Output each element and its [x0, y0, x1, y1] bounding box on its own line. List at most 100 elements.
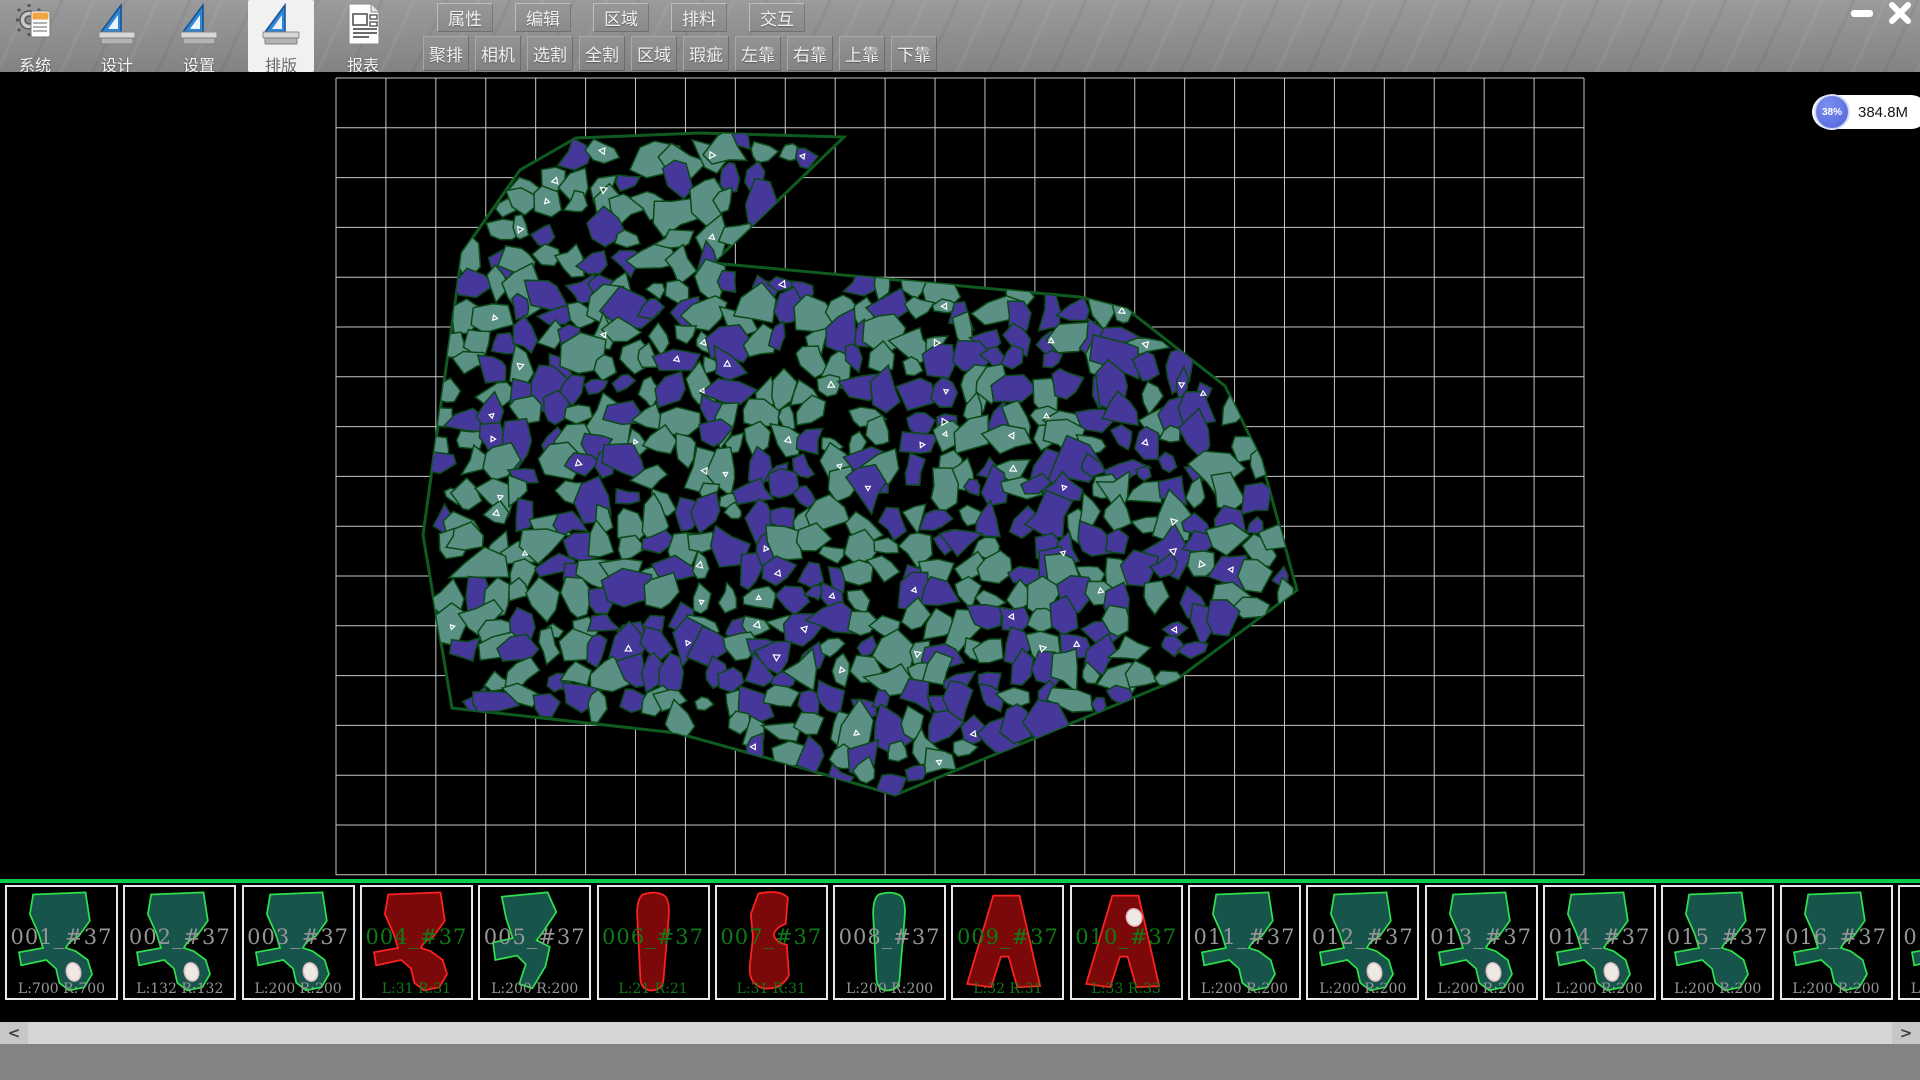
- scroll-left-button[interactable]: <: [0, 1022, 28, 1044]
- app-buttons: 系统 设计 设置 排版 报表: [2, 0, 396, 72]
- piece-lr-count: L:200 R:200: [1308, 981, 1417, 997]
- piece-name: 004_#37: [362, 925, 471, 949]
- minimize-icon: [1850, 3, 1874, 23]
- tool-button-camera[interactable]: 相机: [475, 36, 521, 71]
- nesting-app-window: 系统设计设置排版报表 属性编辑区域排料交互 聚排相机选割全割区域瑕疵左靠右靠上靠…: [0, 0, 1920, 1080]
- scroll-right-button[interactable]: >: [1892, 1022, 1920, 1044]
- thumbnail-piece[interactable]: 017_#37 L:200 R:200: [1898, 885, 1920, 1000]
- close-button[interactable]: [1886, 2, 1914, 24]
- menu-row: 属性编辑区域排料交互: [437, 3, 805, 32]
- tool-button-align-right[interactable]: 右靠: [787, 36, 833, 71]
- piece-name: 003_#37: [244, 925, 353, 949]
- tool-button-align-top[interactable]: 上靠: [839, 36, 885, 71]
- thumbnail-piece[interactable]: 003_#37 L:200 R:200: [242, 885, 355, 1000]
- tool-button-region[interactable]: 区域: [631, 36, 677, 71]
- window-controls: [1848, 2, 1914, 24]
- tool-button-align-left[interactable]: 左靠: [735, 36, 781, 71]
- piece-name: 016_#37: [1782, 925, 1891, 949]
- piece-name: 014_#37: [1545, 925, 1654, 949]
- piece-lr-count: L:700 R:700: [7, 981, 116, 997]
- nesting-ruler-icon: [261, 2, 301, 51]
- memory-percent-indicator: 38%: [1814, 94, 1850, 130]
- tool-button-select-cut[interactable]: 选割: [527, 36, 573, 71]
- menu-button-region[interactable]: 区域: [593, 3, 649, 32]
- piece-lr-count: L:200 R:200: [1900, 981, 1920, 997]
- piece-lr-count: L:200 R:200: [1190, 981, 1299, 997]
- piece-lr-count: L:200 R:200: [1427, 981, 1536, 997]
- app-button-design[interactable]: 设计: [84, 0, 150, 72]
- piece-lr-count: L:21 R:21: [599, 981, 708, 997]
- scroll-left-icon: <: [8, 1024, 21, 1042]
- menu-button-properties[interactable]: 属性: [437, 3, 493, 32]
- thumbnail-piece[interactable]: 011_#37 L:200 R:200: [1188, 885, 1301, 1000]
- piece-lr-count: L:200 R:200: [244, 981, 353, 997]
- menu-button-interact[interactable]: 交互: [749, 3, 805, 32]
- menu-button-nest[interactable]: 排料: [671, 3, 727, 32]
- app-button-label: 排版: [265, 52, 297, 72]
- nesting-canvas[interactable]: [0, 72, 1920, 879]
- tool-button-cut-all[interactable]: 全割: [579, 36, 625, 71]
- piece-lr-count: L:31 R:31: [362, 981, 471, 997]
- app-button-label: 设计: [101, 52, 133, 72]
- menu-button-edit[interactable]: 编辑: [515, 3, 571, 32]
- app-button-setup[interactable]: 设置: [166, 0, 232, 72]
- piece-lr-count: L:200 R:200: [1782, 981, 1891, 997]
- piece-lr-count: L:31 R:31: [717, 981, 826, 997]
- thumbnail-piece[interactable]: 004_#37 L:31 R:31: [360, 885, 473, 1000]
- status-bar: [0, 1044, 1920, 1080]
- piece-lr-count: L:33 R:33: [1072, 981, 1181, 997]
- nesting-layout-svg: [0, 72, 1920, 879]
- piece-lr-count: L:200 R:200: [1663, 981, 1772, 997]
- piece-name: 005_#37: [480, 925, 589, 949]
- tool-button-defect[interactable]: 瑕疵: [683, 36, 729, 71]
- thumbnail-piece[interactable]: 006_#37 L:21 R:21: [597, 885, 710, 1000]
- app-button-label: 报表: [347, 52, 379, 72]
- thumbnail-piece[interactable]: 013_#37 L:200 R:200: [1425, 885, 1538, 1000]
- piece-name: 017_#37: [1900, 925, 1920, 949]
- thumbnail-strip: 001_#37L:700 R:700002_#37L:132 R:132003_…: [0, 883, 1920, 1022]
- thumbnail-piece[interactable]: 015_#37L:200 R:200: [1661, 885, 1774, 1000]
- app-button-label: 设置: [183, 52, 215, 72]
- memory-amount: 384.8M: [1858, 104, 1908, 121]
- thumbnail-piece[interactable]: 008_#37L:200 R:200: [833, 885, 946, 1000]
- piece-name: 010_#37: [1072, 925, 1181, 949]
- tool-button-align-bottom[interactable]: 下靠: [891, 36, 937, 71]
- piece-name: 011_#37: [1190, 925, 1299, 949]
- piece-name: 009_#37: [953, 925, 1062, 949]
- thumbnail-piece[interactable]: 016_#37 L:200 R:200: [1780, 885, 1893, 1000]
- thumbnail-piece[interactable]: 012_#37 L:200 R:200: [1306, 885, 1419, 1000]
- piece-name: 012_#37: [1308, 925, 1417, 949]
- horizontal-scrollbar[interactable]: < >: [0, 1022, 1920, 1044]
- memory-badge: 38% 384.8M: [1812, 95, 1920, 129]
- app-button-system[interactable]: 系统: [2, 0, 68, 72]
- report-doc-icon: [343, 2, 383, 51]
- app-button-nesting[interactable]: 排版: [248, 0, 314, 72]
- setup-ruler-icon: [179, 2, 219, 51]
- thumbnail-piece[interactable]: 001_#37L:700 R:700: [5, 885, 118, 1000]
- design-ruler-icon: [97, 2, 137, 51]
- thumbnail-piece[interactable]: 010_#37 L:33 R:33: [1070, 885, 1183, 1000]
- piece-lr-count: L:200 R:200: [835, 981, 944, 997]
- piece-lr-count: L:200 R:200: [480, 981, 589, 997]
- thumbnail-piece[interactable]: 005_#37 L:200 R:200: [478, 885, 591, 1000]
- app-button-label: 系统: [19, 52, 51, 72]
- thumbnail-piece[interactable]: 014_#37 L:200 R:200: [1543, 885, 1656, 1000]
- toolbar: 系统设计设置排版报表 属性编辑区域排料交互 聚排相机选割全割区域瑕疵左靠右靠上靠…: [0, 0, 1920, 72]
- scroll-right-icon: >: [1900, 1024, 1913, 1042]
- piece-name: 013_#37: [1427, 925, 1536, 949]
- close-icon: [1888, 2, 1912, 24]
- tool-row: 聚排相机选割全割区域瑕疵左靠右靠上靠下靠: [423, 36, 937, 71]
- piece-lr-count: L:200 R:200: [1545, 981, 1654, 997]
- thumbnail-piece[interactable]: 002_#37L:132 R:132: [123, 885, 236, 1000]
- memory-percent: 38%: [1822, 107, 1842, 118]
- piece-lr-count: L:32 R:31: [953, 981, 1062, 997]
- system-gear-icon: [15, 2, 55, 51]
- minimize-button[interactable]: [1848, 2, 1876, 24]
- tool-button-cluster-nest[interactable]: 聚排: [423, 36, 469, 71]
- app-button-report[interactable]: 报表: [330, 0, 396, 72]
- thumbnail-piece[interactable]: 007_#37L:31 R:31: [715, 885, 828, 1000]
- piece-name: 006_#37: [599, 925, 708, 949]
- piece-name: 002_#37: [125, 925, 234, 949]
- thumbnail-piece[interactable]: 009_#37 L:32 R:31: [951, 885, 1064, 1000]
- nested-pieces: [419, 124, 1295, 801]
